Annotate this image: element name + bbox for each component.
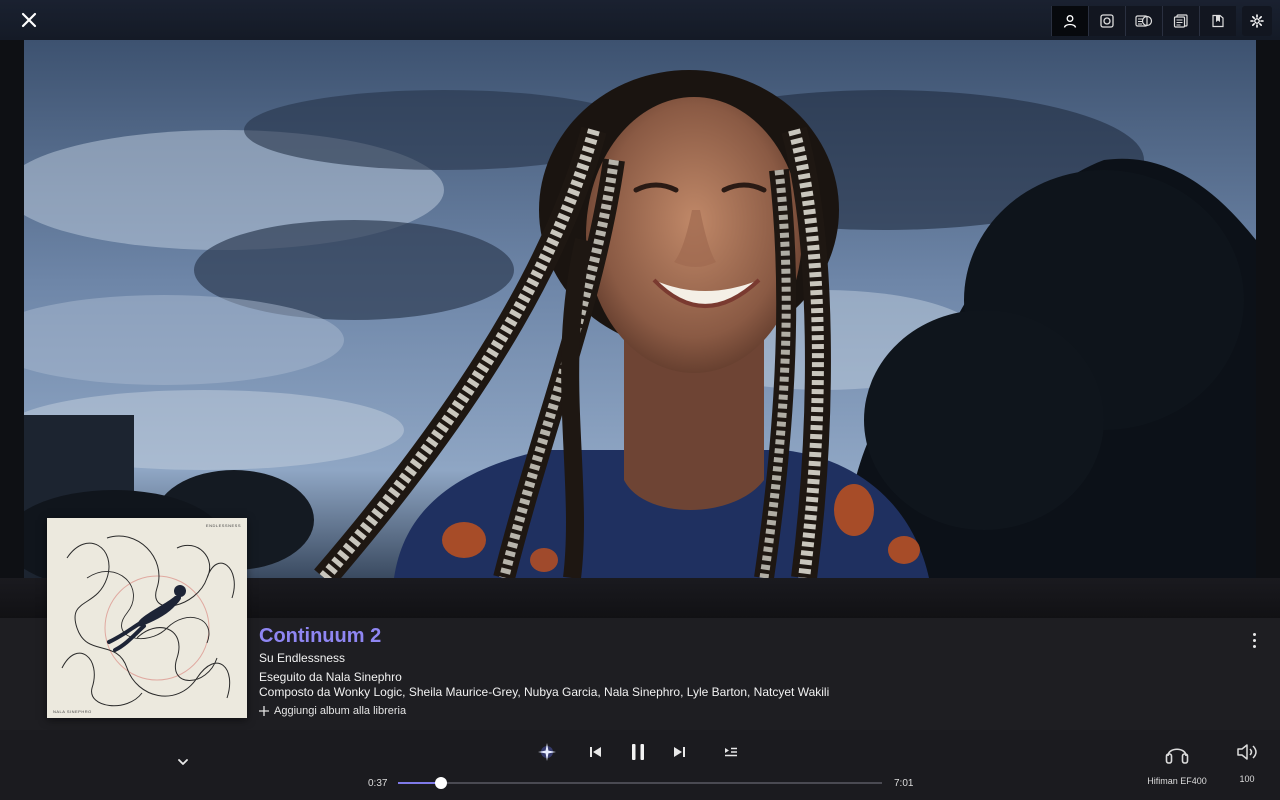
queue-icon: [725, 747, 737, 757]
settings-icon: [1250, 14, 1264, 28]
artist-view-button[interactable]: [1051, 6, 1088, 36]
booklet-view-button[interactable]: [1162, 6, 1199, 36]
settings-button[interactable]: [1242, 6, 1272, 36]
chevron-down-icon: [178, 759, 188, 765]
top-bar: [0, 0, 1280, 40]
view-switcher: [1051, 6, 1272, 36]
add-album-label: Aggiungi album alla libreria: [274, 705, 407, 717]
credits-view-button[interactable]: [1125, 6, 1162, 36]
booklet-icon: [1173, 14, 1188, 28]
album-cover[interactable]: ENDLESSNESS NALA SINEPHRO: [47, 518, 247, 718]
volume-button[interactable]: 100: [1231, 741, 1263, 784]
headphones-icon: [1165, 748, 1189, 764]
plus-icon: [259, 706, 269, 716]
more-dot: [1252, 644, 1256, 648]
pause-icon: [632, 744, 644, 760]
total-time: 7:01: [894, 778, 914, 789]
progress-handle[interactable]: [434, 777, 447, 789]
album-credits-icon: [1135, 15, 1153, 27]
artist-photo: [24, 40, 1256, 578]
album-cover-artist: NALA SINEPHRO: [53, 709, 92, 714]
volume-level: 100: [1239, 774, 1255, 784]
output-device-button[interactable]: Hifiman EF400: [1143, 741, 1211, 786]
more-options-button[interactable]: [1246, 630, 1262, 650]
album-view-button[interactable]: [1088, 6, 1125, 36]
more-dot: [1252, 632, 1256, 636]
bookmark-icon: [1212, 14, 1224, 28]
add-album-to-library-button[interactable]: Aggiungi album alla libreria: [258, 705, 406, 717]
close-icon: [21, 12, 37, 28]
skip-next-icon: [674, 747, 685, 757]
person-icon: [1063, 15, 1077, 28]
close-button[interactable]: [14, 6, 44, 34]
sparkle-icon: [538, 743, 556, 761]
composer-line[interactable]: Composto da Wonky Logic, Sheila Maurice-…: [259, 685, 829, 699]
device-name: Hifiman EF400: [1147, 776, 1207, 786]
queue-button[interactable]: [719, 740, 743, 764]
next-track-button[interactable]: [667, 740, 691, 764]
lyrics-view-button[interactable]: [1199, 6, 1236, 36]
track-title[interactable]: Continuum 2: [259, 625, 381, 648]
album-cover-title: ENDLESSNESS: [205, 523, 241, 528]
speaker-icon: [1237, 744, 1257, 760]
album-line[interactable]: Su Endlessness: [259, 651, 345, 665]
progress-bar[interactable]: [398, 777, 882, 789]
previous-track-button[interactable]: [584, 740, 608, 764]
skip-previous-icon: [590, 747, 601, 757]
disc-icon: [1100, 14, 1114, 28]
autoplay-button[interactable]: [535, 740, 559, 764]
performer-line[interactable]: Eseguito da Nala Sinephro: [259, 670, 402, 684]
elapsed-time: 0:37: [368, 778, 388, 789]
collapse-player-button[interactable]: [175, 754, 191, 770]
pause-button[interactable]: [626, 740, 650, 764]
more-dot: [1252, 638, 1256, 642]
